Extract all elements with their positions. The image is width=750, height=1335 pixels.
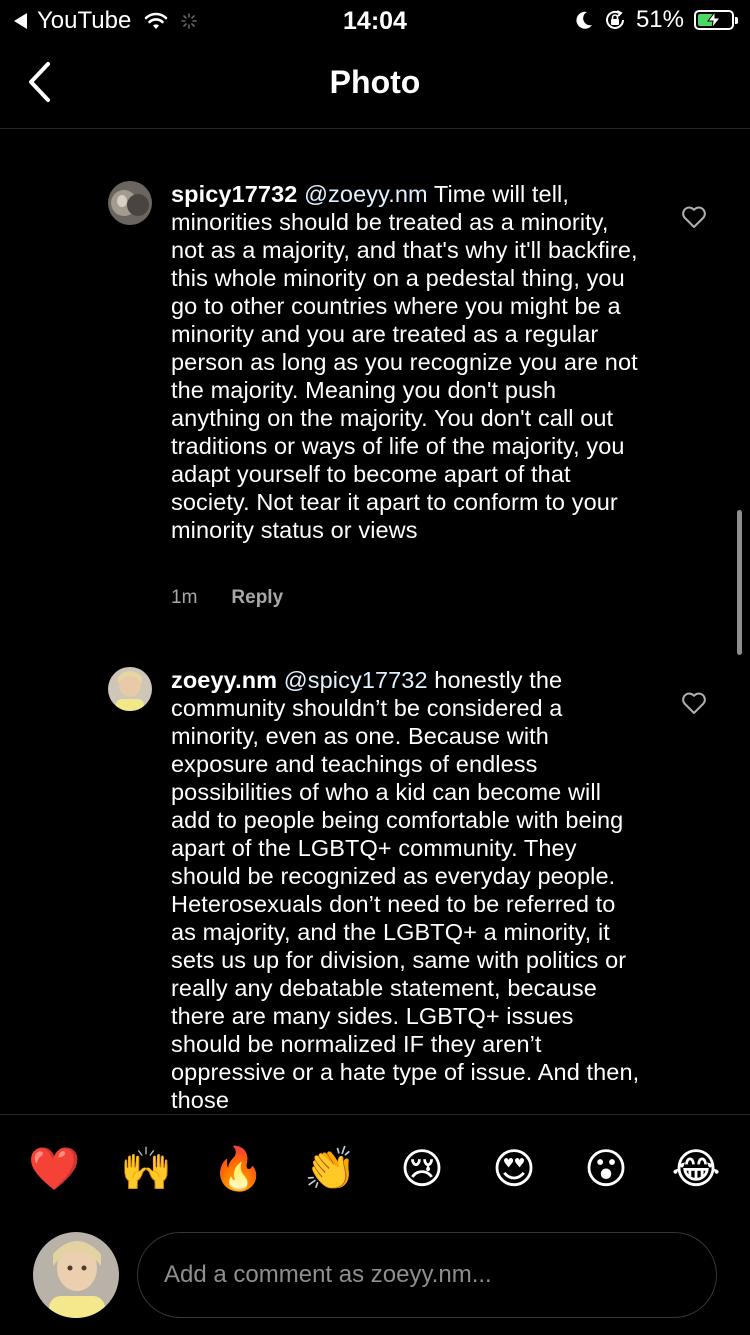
comment-timestamp: 1m bbox=[171, 587, 198, 608]
charging-bolt-icon bbox=[707, 12, 721, 28]
composer-avatar bbox=[33, 1232, 119, 1318]
page-title: Photo bbox=[329, 64, 421, 100]
comment-text: spicy17732 @zoeyy.nm Time will tell, min… bbox=[171, 180, 646, 544]
crying-emoji-button[interactable]: 😢 bbox=[396, 1143, 448, 1195]
quick-reactions: ❤️ 🙌 🔥 👏 😢 😍 😮 😂 bbox=[0, 1143, 750, 1195]
rotation-lock-icon bbox=[605, 10, 624, 29]
comment-composer-area: ❤️ 🙌 🔥 👏 😢 😍 😮 😂 bbox=[0, 1114, 750, 1335]
scrollbar[interactable] bbox=[737, 510, 742, 655]
status-bar: YouTube 14:04 51% bbox=[0, 0, 750, 40]
comment-mention[interactable]: @spicy17732 bbox=[284, 667, 428, 693]
comment-meta: 1m Reply bbox=[171, 587, 283, 609]
avatar[interactable] bbox=[108, 181, 152, 225]
surprised-emoji-button[interactable]: 😮 bbox=[580, 1143, 632, 1195]
raising-hands-emoji-button[interactable]: 🙌 bbox=[120, 1143, 172, 1195]
nav-bar: Photo bbox=[0, 40, 750, 129]
like-heart-icon[interactable] bbox=[681, 205, 707, 229]
comment-username[interactable]: spicy17732 bbox=[171, 181, 297, 207]
status-indicators: 51% bbox=[574, 6, 738, 34]
laughing-emoji-button[interactable]: 😂 bbox=[670, 1143, 722, 1195]
battery-charging-icon bbox=[694, 10, 738, 30]
fire-emoji-button[interactable]: 🔥 bbox=[212, 1143, 264, 1195]
like-heart-icon[interactable] bbox=[681, 691, 707, 715]
comments-list: spicy17732 @zoeyy.nm Time will tell, min… bbox=[0, 129, 750, 1114]
reply-button[interactable]: Reply bbox=[231, 587, 283, 609]
heart-eyes-emoji-button[interactable]: 😍 bbox=[488, 1143, 540, 1195]
comment-username[interactable]: zoeyy.nm bbox=[171, 667, 277, 693]
heart-emoji-button[interactable]: ❤️ bbox=[28, 1143, 80, 1195]
avatar[interactable] bbox=[108, 667, 152, 711]
comment-text: zoeyy.nm @spicy17732 honestly the commun… bbox=[171, 666, 646, 1114]
comment-input[interactable] bbox=[137, 1232, 717, 1318]
battery-percent: 51% bbox=[635, 6, 684, 33]
comment-mention[interactable]: @zoeyy.nm bbox=[304, 181, 428, 207]
comment-content: honestly the community shouldn’t be cons… bbox=[171, 667, 640, 1113]
comment-content: Time will tell, minorities should be tre… bbox=[171, 181, 638, 543]
clapping-emoji-button[interactable]: 👏 bbox=[304, 1143, 356, 1195]
moon-icon bbox=[576, 11, 592, 29]
